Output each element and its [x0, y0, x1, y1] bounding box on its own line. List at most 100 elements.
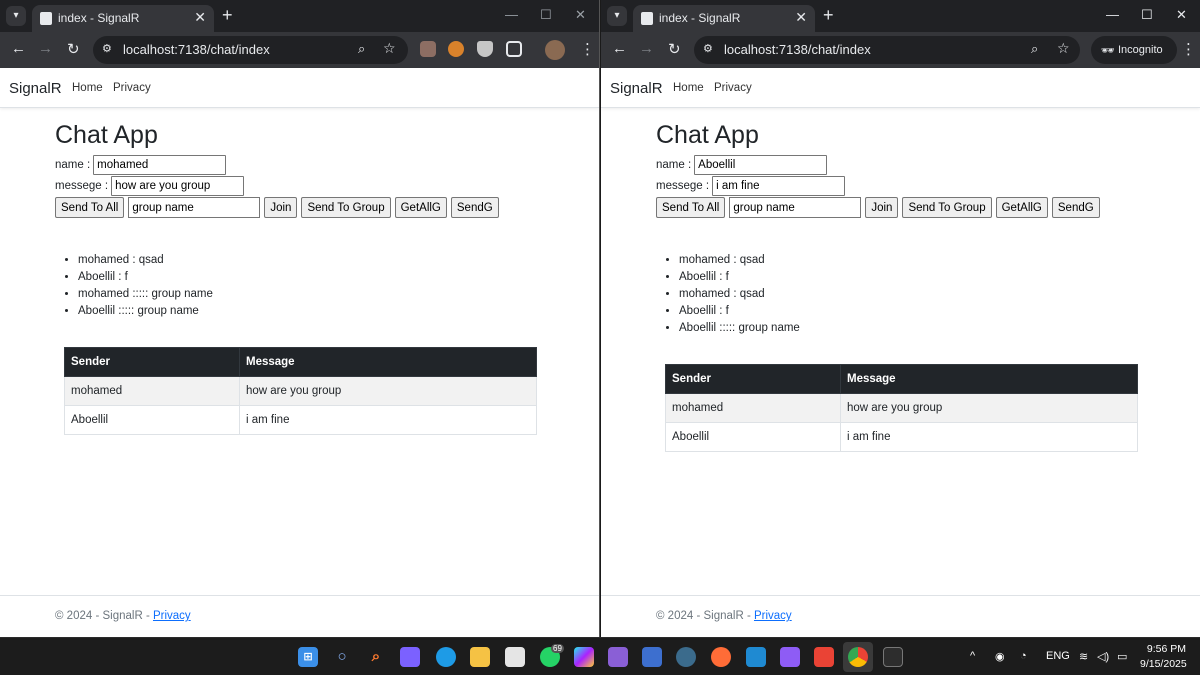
list-item: Aboellil : f: [679, 303, 1146, 320]
search-app-icon[interactable]: ⌕: [366, 647, 386, 667]
group-name-input[interactable]: [128, 197, 261, 218]
nav-home-link[interactable]: Home: [673, 82, 704, 94]
send-to-group-button[interactable]: Send To Group: [301, 197, 391, 218]
browser-tab[interactable]: index - SignalR ✕: [633, 5, 815, 32]
join-button[interactable]: Join: [264, 197, 298, 218]
bookmark-star-icon[interactable]: ☆: [383, 40, 396, 57]
zoom-icon[interactable]: ⌕: [1031, 41, 1038, 57]
tab-search-button[interactable]: ▾: [6, 6, 26, 26]
reload-button[interactable]: ↻: [67, 40, 80, 58]
postman-icon[interactable]: [711, 647, 731, 667]
navbar-brand[interactable]: SignalR: [610, 80, 663, 97]
nav-privacy-link[interactable]: Privacy: [113, 82, 151, 94]
send-to-group-button[interactable]: Send To Group: [902, 197, 992, 218]
volume-icon[interactable]: ◁): [1097, 650, 1109, 663]
name-input[interactable]: [694, 154, 828, 175]
send-g-button[interactable]: SendG: [450, 197, 499, 218]
chrome-icon[interactable]: [848, 647, 868, 667]
language-indicator[interactable]: ENG: [1046, 650, 1070, 662]
maximize-button[interactable]: ☐: [540, 7, 552, 23]
visual-studio-icon[interactable]: [608, 647, 628, 667]
zoom-icon[interactable]: ⌕: [358, 41, 365, 57]
dbeaver-icon[interactable]: [676, 647, 696, 667]
send-to-all-button[interactable]: Send To All: [656, 197, 726, 218]
table-row: Aboellil i am fine: [665, 422, 1138, 452]
forward-button[interactable]: →: [639, 40, 654, 57]
get-all-g-button[interactable]: GetAllG: [394, 197, 447, 218]
action-row: Send To All Join Send To Group GetAllG S…: [656, 197, 1146, 218]
web-page: SignalR Home Privacy Chat App name : mes…: [0, 68, 599, 637]
message-input[interactable]: [111, 175, 245, 196]
discord-icon[interactable]: ◉: [995, 650, 1005, 663]
search-icon[interactable]: ○: [332, 647, 352, 667]
edge-icon[interactable]: [436, 647, 456, 667]
tab-search-button[interactable]: ▾: [607, 6, 627, 26]
send-to-all-button[interactable]: Send To All: [55, 197, 125, 218]
forward-button[interactable]: →: [38, 40, 53, 57]
new-tab-button[interactable]: +: [222, 5, 233, 26]
tab-close-icon[interactable]: ✕: [194, 9, 206, 26]
vscode-icon[interactable]: [746, 647, 766, 667]
message-header: Message: [840, 364, 1138, 394]
minimize-button[interactable]: —: [505, 7, 518, 22]
name-input[interactable]: [93, 154, 227, 175]
webstorm-icon[interactable]: [574, 647, 594, 667]
close-window-button[interactable]: ✕: [1176, 7, 1187, 23]
extension-icon[interactable]: [420, 41, 436, 57]
windows-taskbar: ⊞ ○ ⌕ 69 ^ ◉ ◔ ENG ≋ ◁) ▭ 9:56 PM 9/15/2…: [0, 637, 1200, 675]
tray-chevron-icon[interactable]: ^: [970, 650, 975, 662]
new-tab-button[interactable]: +: [823, 5, 834, 26]
table-header-row: Sender Message: [665, 364, 1138, 394]
back-button[interactable]: ←: [612, 40, 627, 57]
incognito-indicator[interactable]: 🕶 Incognito: [1091, 36, 1177, 64]
message-input[interactable]: [712, 175, 846, 196]
battery-icon[interactable]: ▭: [1117, 650, 1127, 663]
file-explorer-icon[interactable]: [470, 647, 490, 667]
shield-extension-icon[interactable]: [477, 41, 493, 57]
nav-home-link[interactable]: Home: [72, 82, 103, 94]
browser-menu-icon[interactable]: ⋮: [1181, 40, 1196, 58]
close-window-button[interactable]: ✕: [575, 7, 586, 23]
get-all-g-button[interactable]: GetAllG: [995, 197, 1048, 218]
windows-start-icon[interactable]: ⊞: [298, 647, 318, 667]
reload-button[interactable]: ↻: [668, 40, 681, 58]
copilot-icon[interactable]: [400, 647, 420, 667]
tab-close-icon[interactable]: ✕: [795, 9, 807, 26]
footer-privacy-link[interactable]: Privacy: [153, 610, 191, 622]
incognito-label: Incognito: [1118, 44, 1163, 56]
obsidian-icon[interactable]: [780, 647, 800, 667]
address-bar[interactable]: ⚙ localhost:7138/chat/index ⌕ ☆: [93, 36, 408, 64]
site-info-icon[interactable]: ⚙: [703, 42, 713, 55]
address-bar[interactable]: ⚙ localhost:7138/chat/index ⌕ ☆: [694, 36, 1080, 64]
table-row: mohamed how are you group: [64, 376, 537, 406]
join-button[interactable]: Join: [865, 197, 899, 218]
extension-icon[interactable]: [448, 41, 464, 57]
gmail-icon[interactable]: [814, 647, 834, 667]
sourcetree-icon[interactable]: [642, 647, 662, 667]
footer-copyright: © 2024 - SignalR -: [55, 610, 150, 622]
browser-toolbar: ← → ↻ ⚙ localhost:7138/chat/index ⌕ ☆ 🕶 …: [601, 32, 1200, 68]
sender-header: Sender: [64, 347, 240, 377]
maximize-button[interactable]: ☐: [1141, 7, 1153, 23]
extensions-puzzle-icon[interactable]: [506, 41, 522, 57]
nav-privacy-link[interactable]: Privacy: [714, 82, 752, 94]
group-name-input[interactable]: [729, 197, 862, 218]
clock-tray-icon[interactable]: ◔: [1020, 650, 1027, 662]
terminal-icon[interactable]: [883, 647, 903, 667]
wifi-icon[interactable]: ≋: [1079, 650, 1088, 663]
bookmark-star-icon[interactable]: ☆: [1057, 40, 1070, 57]
send-g-button[interactable]: SendG: [1051, 197, 1100, 218]
browser-menu-icon[interactable]: ⋮: [580, 40, 595, 58]
minimize-button[interactable]: —: [1106, 7, 1119, 22]
system-clock[interactable]: 9:56 PM 9/15/2025: [1140, 642, 1187, 672]
site-info-icon[interactable]: ⚙: [102, 42, 112, 55]
back-button[interactable]: ←: [11, 40, 26, 57]
site-navbar: SignalR Home Privacy: [0, 68, 599, 108]
navbar-brand[interactable]: SignalR: [9, 80, 62, 97]
sender-header: Sender: [665, 364, 841, 394]
store-icon[interactable]: [505, 647, 525, 667]
browser-tab[interactable]: index - SignalR ✕: [32, 5, 214, 32]
message-cell: i am fine: [840, 422, 1138, 452]
profile-avatar[interactable]: [545, 40, 565, 60]
footer-privacy-link[interactable]: Privacy: [754, 610, 792, 622]
